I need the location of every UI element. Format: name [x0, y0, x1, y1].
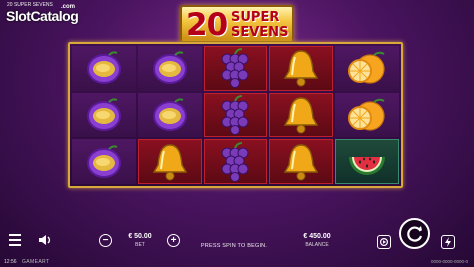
bet-decrease-button[interactable]: − [99, 234, 112, 247]
reel-cell [137, 46, 202, 91]
autoplay-button[interactable] [377, 235, 391, 249]
orange-icon [344, 47, 390, 89]
reel-cell [72, 139, 136, 184]
grapes-icon [212, 47, 258, 89]
watermark: 20 SUPER SEVENS SlotCatalog .com [4, 2, 88, 24]
bet-value: € 50.00 [128, 233, 152, 240]
menu-button[interactable] [8, 234, 22, 246]
reel-cell [335, 46, 399, 91]
grapes-icon [212, 141, 258, 183]
reel-cell [203, 139, 268, 184]
reel-cell [137, 92, 202, 138]
bell-icon [278, 141, 324, 183]
reel-cell [72, 92, 136, 138]
bell-icon [278, 94, 324, 136]
version-id: 0000-0000-0000-0 [430, 259, 468, 264]
autoplay-icon [379, 237, 389, 247]
reel-cell [203, 46, 268, 91]
balance-value: € 450.00 [303, 233, 331, 240]
spin-arrow-icon [406, 225, 422, 242]
reel-cell [269, 92, 334, 138]
reel-cell [72, 46, 136, 91]
reel-cell [203, 92, 268, 138]
plum-icon [147, 47, 193, 89]
status-line: 12:56 GAMEART 0000-0000-0000-0 [0, 258, 474, 267]
reel-cell [269, 46, 334, 91]
logo-line-1: SUPER [231, 10, 280, 25]
grapes-icon [212, 94, 258, 136]
status-message: PRESS SPIN TO BEGIN. [200, 243, 268, 249]
provider-brand: GAMEART [22, 259, 50, 265]
plum-icon [147, 94, 193, 136]
reel-cell [269, 139, 334, 184]
plum-icon [81, 94, 127, 136]
reel-cell [335, 92, 399, 138]
watermark-com-text: .com [61, 4, 76, 10]
orange-icon [344, 94, 390, 136]
reel-cell [335, 139, 399, 184]
bet-increase-button[interactable]: + [167, 234, 180, 247]
lightning-icon [445, 237, 451, 247]
balance-label: BALANCE [305, 242, 329, 248]
logo-line-2: SEVENS [231, 25, 289, 40]
reel-cell [137, 139, 202, 184]
spin-button[interactable] [399, 218, 430, 249]
bell-icon [147, 141, 193, 183]
game-logo: 20 SUPER SEVENS [180, 5, 294, 43]
watermelon-icon [344, 141, 390, 183]
clock: 12:56 [4, 259, 17, 265]
bet-label: BET [135, 242, 145, 248]
watermark-main-text: SlotCatalog [6, 8, 79, 24]
reel-grid [68, 42, 403, 188]
turbo-button[interactable] [441, 235, 455, 249]
speaker-icon [39, 235, 51, 245]
sound-button[interactable] [38, 233, 54, 247]
logo-number: 20 [186, 7, 228, 43]
plum-icon [81, 141, 127, 183]
plum-icon [81, 47, 127, 89]
bell-icon [278, 47, 324, 89]
